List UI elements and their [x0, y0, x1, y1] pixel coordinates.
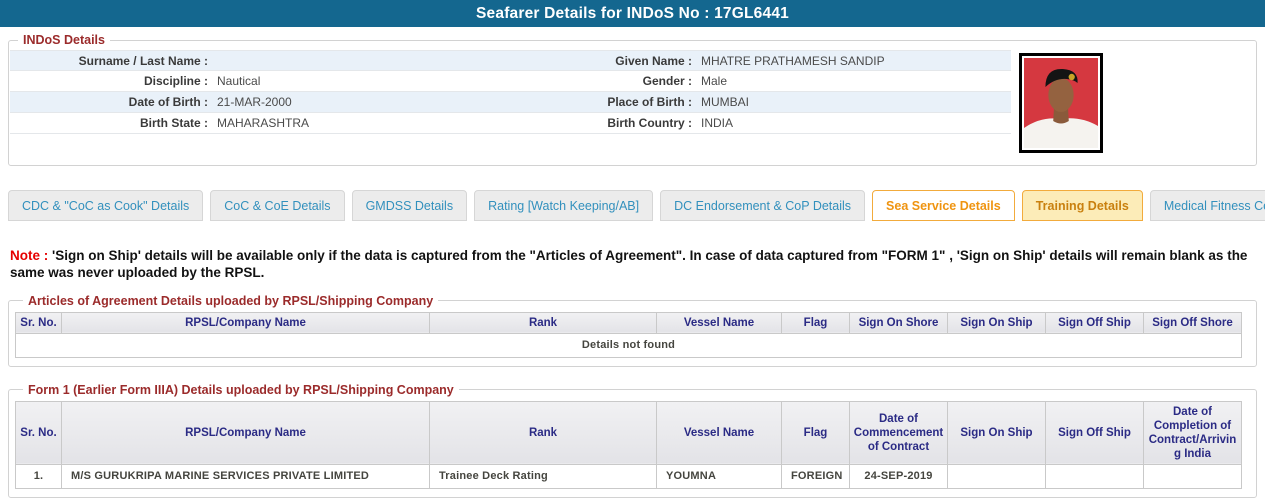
tab-training-details[interactable]: Training Details — [1021, 190, 1143, 221]
column-header-rpsl-company-name: RPSL/Company Name — [61, 311, 430, 334]
field-value: MUMBAI — [701, 95, 749, 109]
detail-row: Date of Birth : 21-MAR-2000 Place of Birth… — [10, 92, 1011, 113]
field-label: Discipline : — [143, 74, 208, 88]
detail-row: Discipline : Nautical Gender : Male — [10, 71, 1011, 92]
column-header-rank: Rank — [429, 400, 657, 465]
indos-details-section: INDoS Details Surname / Last Name : Given… — [8, 33, 1257, 166]
form1-legend: Form 1 (Earlier Form IIIA) Details uploa… — [28, 382, 454, 397]
tab-bar: CDC & "CoC as Cook" Details CoC & CoE Det… — [8, 190, 1265, 221]
column-header-sign-off-ship: Sign Off Ship — [1045, 311, 1144, 334]
field-value: MHATRE PRATHAMESH SANDIP — [701, 54, 885, 68]
tab-rating-watch-keeping-ab[interactable]: Rating [Watch Keeping/AB] — [474, 190, 654, 221]
column-header-vessel-name: Vessel Name — [656, 311, 782, 334]
column-header-flag: Flag — [781, 400, 850, 465]
field-value: Male — [701, 74, 728, 88]
field-value: MAHARASHTRA — [217, 116, 310, 130]
seafarer-photo-image — [1024, 58, 1098, 148]
detail-row: Surname / Last Name : Given Name : MHATRE … — [10, 50, 1011, 71]
column-header-sign-on-ship: Sign On Ship — [947, 400, 1046, 465]
column-header-vessel-name: Vessel Name — [656, 400, 782, 465]
column-header-sign-off-shore: Sign Off Shore — [1143, 311, 1242, 334]
field-label: Surname / Last Name : — [78, 54, 208, 68]
table-row: 1. M/S GURUKRIPA MARINE SERVICES PRIVATE … — [15, 463, 1242, 489]
form1-section: Form 1 (Earlier Form IIIA) Details uploa… — [8, 382, 1257, 498]
cell — [1045, 463, 1144, 489]
articles-section: Articles of Agreement Details uploaded b… — [8, 293, 1257, 367]
cell — [1143, 463, 1242, 489]
field-value: Nautical — [217, 74, 261, 88]
seafarer-photo — [1019, 53, 1103, 153]
indos-right-spacer — [1103, 47, 1255, 153]
empty-message: Details not found — [15, 332, 1242, 358]
field-value — [208, 51, 500, 70]
note-text: Note : 'Sign on Ship' details will be av… — [10, 248, 1254, 282]
field-value: INDIA — [701, 116, 734, 130]
tab-gmdss-details[interactable]: GMDSS Details — [351, 190, 468, 221]
column-header-sign-off-ship: Sign Off Ship — [1045, 400, 1144, 465]
cell: M/S GURUKRIPA MARINE SERVICES PRIVATE LI… — [61, 463, 430, 489]
column-header-sign-on-shore: Sign On Shore — [849, 311, 948, 334]
column-header-date-of-commencement-of-contract: Date of Commencement of Contract — [849, 400, 948, 465]
detail-row: Birth State : MAHARASHTRA Birth Country : I… — [10, 113, 1011, 134]
field-label: Place of Birth : — [607, 95, 692, 109]
tab-sea-service-details[interactable]: Sea Service Details — [872, 190, 1015, 221]
cell: Trainee Deck Rating — [429, 463, 657, 489]
tab-coc-coe-details[interactable]: CoC & CoE Details — [210, 190, 345, 221]
indos-rows: Surname / Last Name : Given Name : MHATRE … — [10, 50, 1011, 153]
form1-table: Sr. No. RPSL/Company Name Rank Vessel Name F… — [15, 400, 1242, 489]
articles-table: Sr. No. RPSL/Company Name Rank Vessel Name F… — [15, 311, 1242, 358]
note-body: 'Sign on Ship' details will be available… — [10, 248, 1248, 280]
tab-medical-fitness-certificate[interactable]: Medical Fitness Certificate — [1149, 190, 1265, 221]
column-header-date-of-completion-of-contract-arriving-india: Date of Completion of Contract/Arriving … — [1143, 400, 1242, 465]
field-label: Gender : — [642, 74, 692, 88]
field-value: 21-MAR-2000 — [217, 95, 292, 109]
indos-details-legend: INDoS Details — [23, 33, 105, 47]
cell — [947, 463, 1046, 489]
cell: YOUMNA — [656, 463, 782, 489]
cell: 24-SEP-2019 — [849, 463, 948, 489]
tab-cdc-coc-as-cook-details[interactable]: CDC & "CoC as Cook" Details — [8, 190, 204, 221]
note-label: Note : — [10, 248, 49, 263]
field-label: Date of Birth : — [128, 95, 208, 109]
tab-dc-endorsement-cop-details[interactable]: DC Endorsement & CoP Details — [660, 190, 866, 221]
cell: FOREIGN — [781, 463, 850, 489]
articles-legend: Articles of Agreement Details uploaded b… — [28, 293, 434, 308]
column-header-rank: Rank — [429, 311, 657, 334]
column-header-sign-on-ship: Sign On Ship — [947, 311, 1046, 334]
column-header-sr-no: Sr. No. — [15, 400, 62, 465]
page-title: Seafarer Details for INDoS No : 17GL6441 — [476, 4, 789, 22]
column-header-rpsl-company-name: RPSL/Company Name — [61, 400, 430, 465]
column-header-flag: Flag — [781, 311, 850, 334]
page-title-bar: Seafarer Details for INDoS No : 17GL6441 — [0, 0, 1265, 27]
field-label: Given Name : — [615, 54, 692, 68]
cell: 1. — [15, 463, 62, 489]
column-header-sr-no: Sr. No. — [15, 311, 62, 334]
field-label: Birth State : — [139, 116, 208, 130]
field-label: Birth Country : — [607, 116, 692, 130]
